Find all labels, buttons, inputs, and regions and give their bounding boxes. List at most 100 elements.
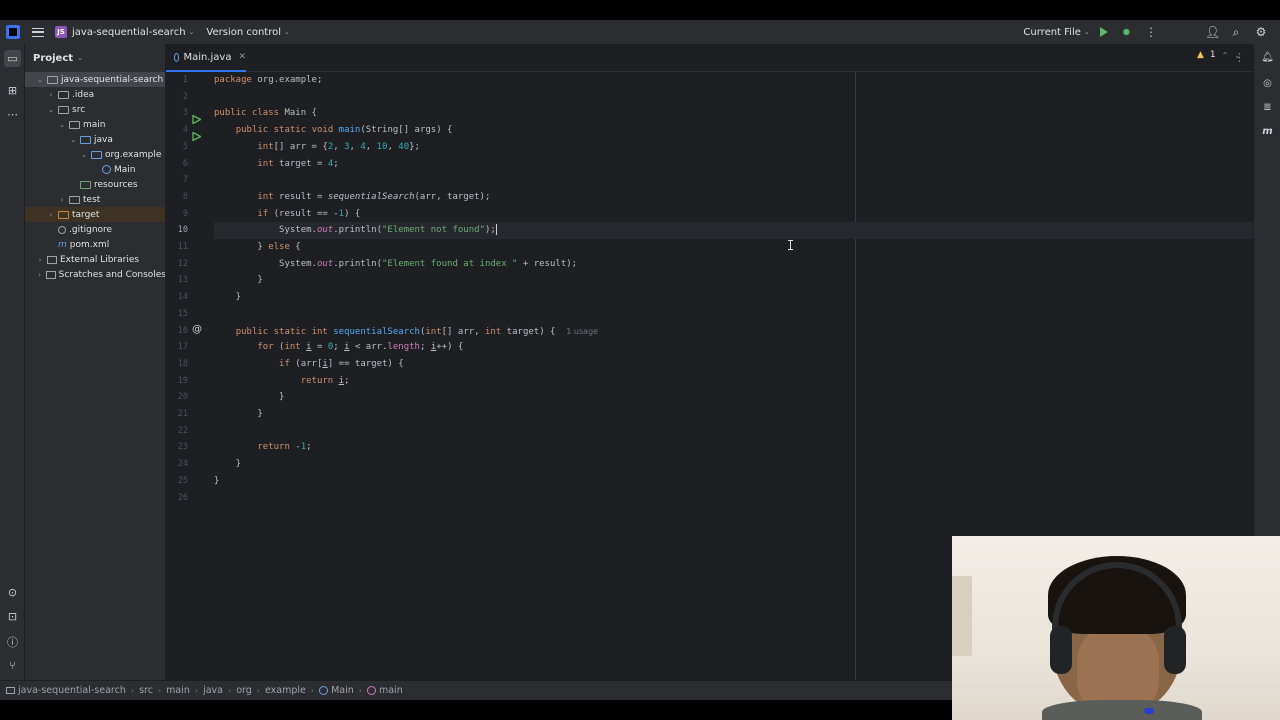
problems-indicator[interactable]: ▲ 1 ⌃ ⌄ [1197, 50, 1241, 60]
expanded-arrow-icon[interactable]: ⌄ [57, 121, 67, 129]
code-line: return -1; [257, 442, 312, 453]
notifications-icon[interactable]: 🔔︎ [1260, 50, 1275, 65]
chevron-down-icon[interactable]: ⌄ [1234, 51, 1241, 60]
expanded-arrow-icon[interactable]: ⌄ [46, 106, 56, 114]
code-line: if (result == -1) { [257, 208, 361, 219]
expanded-arrow-icon[interactable]: ⌄ [35, 76, 45, 84]
breadcrumb-item[interactable]: example [265, 685, 306, 696]
main-menu-icon[interactable] [32, 27, 44, 37]
tree-item[interactable]: › Scratches and Consoles [25, 267, 165, 282]
ai-assistant-icon[interactable]: ◎ [1260, 76, 1275, 91]
tree-item[interactable]: Main [25, 162, 165, 177]
tree-item[interactable]: .gitignore [25, 222, 165, 237]
mouse-ibeam-cursor [788, 240, 793, 250]
collapsed-arrow-icon[interactable]: › [35, 271, 44, 279]
usage-hint[interactable]: 1 usage [566, 327, 598, 336]
tree-item-label: java-sequential-search [61, 74, 164, 85]
breadcrumb-separator-icon: › [228, 686, 232, 695]
tree-item[interactable]: ⌄ java-sequential-search [25, 72, 165, 87]
tree-item[interactable]: › target [25, 207, 165, 222]
run-config-label: Current File [1023, 26, 1081, 38]
breadcrumb-item[interactable]: java-sequential-search [6, 685, 126, 696]
project-panel: Project ⌄ ⌄ java-sequential-search › .idea ⌄… [25, 44, 166, 680]
breadcrumb-separator-icon: › [310, 686, 315, 695]
chevron-down-icon: ⌄ [1083, 28, 1090, 36]
code-line: return i; [300, 375, 350, 386]
maven-icon[interactable]: m [1260, 124, 1275, 139]
code-line: } [214, 392, 285, 403]
breadcrumb-item[interactable]: main [166, 685, 190, 696]
tab-main-java[interactable]: Main.java ✕ [166, 44, 246, 72]
more-actions-icon[interactable]: ⋮ [1145, 25, 1157, 39]
tree-item[interactable]: ⌄ main [25, 117, 165, 132]
project-tool-icon[interactable]: ▭ [4, 50, 21, 67]
project-switcher[interactable]: java-sequential-search ⌄ [72, 27, 194, 38]
chevron-up-icon[interactable]: ⌃ [1222, 51, 1229, 60]
project-panel-title: Project [33, 52, 74, 64]
tree-item[interactable]: › External Libraries [25, 252, 165, 267]
annotation-gutter-icon[interactable]: @ [192, 324, 202, 335]
run-gutter-icon[interactable] [192, 109, 202, 125]
breadcrumb-item[interactable]: main [366, 685, 403, 696]
breadcrumb-label: src [139, 685, 153, 696]
breadcrumb-separator-icon: › [256, 686, 260, 695]
breadcrumb-item[interactable]: java [203, 685, 223, 696]
editor-tab-bar: Main.java ✕ ⋮ [166, 44, 1253, 72]
problems-count: 1 [1209, 50, 1216, 60]
breadcrumb-item[interactable]: org [236, 685, 252, 696]
project-panel-header[interactable]: Project ⌄ [25, 44, 165, 72]
services-tool-icon[interactable]: ⊙ [4, 584, 21, 601]
line-number: 9 [182, 208, 188, 219]
collapsed-arrow-icon[interactable]: › [46, 91, 56, 99]
breadcrumb-item[interactable]: src [139, 685, 153, 696]
version-control-menu[interactable]: Version control ⌄ [206, 27, 290, 38]
left-tool-strip: ▭ ⊞ ⋯ ⊙ ⊡ ⓘ ⑂ [0, 44, 25, 680]
debug-icon[interactable]: ✹ [1122, 26, 1131, 39]
tree-item[interactable]: m pom.xml [25, 237, 165, 252]
tree-item[interactable]: ⌄ org.example [25, 147, 165, 162]
breadcrumb-item[interactable]: Main [319, 685, 354, 696]
tree-item[interactable]: ⌄ src [25, 102, 165, 117]
run-config-selector[interactable]: Current File ⌄ [1023, 27, 1089, 38]
line-number: 23 [177, 442, 188, 453]
tree-item-label: Main [114, 164, 136, 175]
search-icon[interactable]: ⌕ [1230, 25, 1242, 40]
project-name: java-sequential-search [72, 26, 186, 38]
run-gutter-icon[interactable] [192, 126, 202, 142]
folder-icon [69, 120, 80, 129]
close-icon[interactable]: ✕ [238, 52, 246, 62]
collapsed-arrow-icon[interactable]: › [57, 196, 67, 204]
tree-item-label: src [72, 104, 86, 115]
breadcrumb-label: example [265, 685, 306, 696]
breadcrumb-label: main [378, 685, 403, 696]
excluded-folder-icon [58, 210, 69, 219]
collapsed-arrow-icon[interactable]: › [46, 211, 56, 219]
run-icon[interactable] [1099, 27, 1108, 37]
terminal-tool-icon[interactable]: ⊡ [4, 608, 21, 625]
database-icon[interactable]: ≣ [1260, 100, 1275, 115]
tree-item[interactable]: ⌄ java [25, 132, 165, 147]
folder-icon [58, 90, 69, 99]
java-class-icon [174, 52, 180, 62]
git-tool-icon[interactable]: ⑂ [4, 657, 21, 674]
chevron-down-icon: ⌄ [77, 54, 83, 62]
tree-item[interactable]: resources [25, 177, 165, 192]
line-number: 25 [177, 475, 188, 486]
gear-icon[interactable]: ⚙ [1255, 25, 1267, 39]
expanded-arrow-icon[interactable]: ⌄ [79, 151, 89, 159]
maven-icon: m [58, 239, 67, 250]
line-number: 19 [177, 375, 188, 386]
tree-item-label: pom.xml [69, 239, 110, 250]
breadcrumb-separator-icon: › [358, 686, 362, 695]
collapsed-arrow-icon[interactable]: › [35, 256, 45, 264]
tree-item[interactable]: › .idea [25, 87, 165, 102]
tree-item[interactable]: › test [25, 192, 165, 207]
user-icon[interactable]: 👤︎ [1205, 25, 1220, 39]
more-tools-icon[interactable]: ⋯ [4, 106, 21, 123]
code-line: if (arr[i] == target) { [279, 358, 404, 369]
problems-tool-icon[interactable]: ⓘ [4, 633, 21, 650]
expanded-arrow-icon[interactable]: ⌄ [68, 136, 78, 144]
line-number: 24 [177, 459, 188, 470]
structure-tool-icon[interactable]: ⊞ [4, 82, 21, 99]
source-folder-icon [80, 135, 91, 144]
